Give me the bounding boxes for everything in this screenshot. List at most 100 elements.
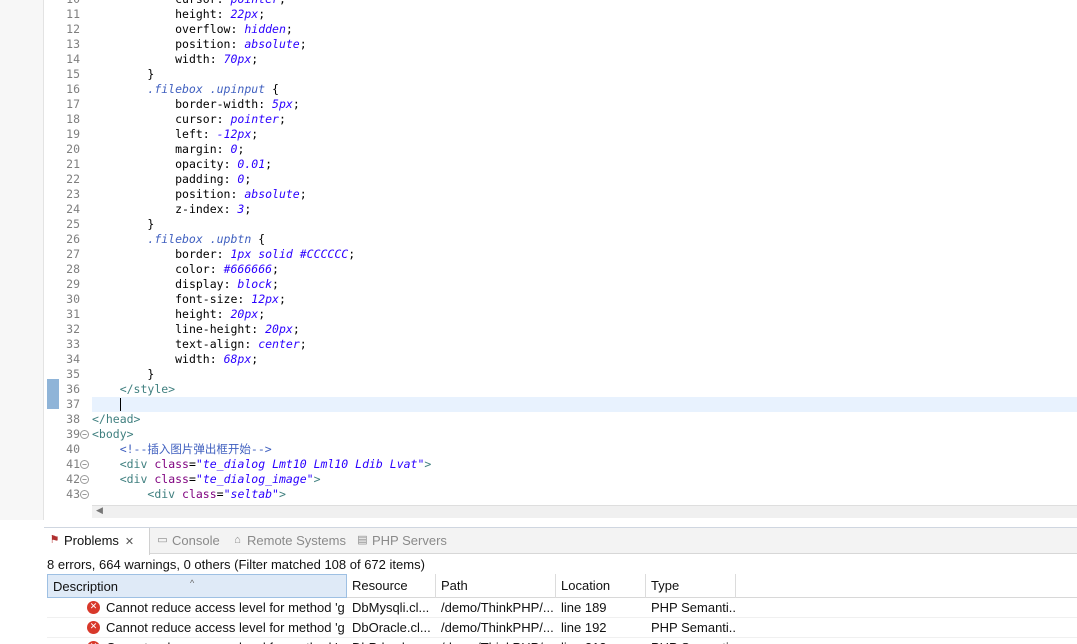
tab-remote-systems[interactable]: ⌂ Remote Systems bbox=[227, 528, 346, 554]
line-number: 25 bbox=[66, 217, 80, 231]
line-number: 21 bbox=[66, 157, 80, 171]
code-line[interactable]: 13 position: absolute; bbox=[66, 37, 1077, 52]
code-line[interactable]: 18 cursor: pointer; bbox=[66, 112, 1077, 127]
column-location[interactable]: Location bbox=[556, 574, 646, 598]
code-line[interactable]: 38 </head> bbox=[66, 412, 1077, 427]
code-line[interactable]: 34 width: 68px; bbox=[66, 352, 1077, 367]
code-line[interactable]: 26 .filebox .upbtn { bbox=[66, 232, 1077, 247]
table-header: ^ Description Resource Path Location Typ… bbox=[47, 574, 1077, 598]
code-line[interactable]: 32 line-height: 20px; bbox=[66, 322, 1077, 337]
code-line[interactable]: 10 cursor: pointer; bbox=[66, 0, 1077, 7]
code-line[interactable]: 40 <!--插入图片弹出框开始--> bbox=[66, 442, 1077, 457]
code-text: padding: 0; bbox=[175, 172, 252, 186]
horizontal-scrollbar[interactable]: ◀ bbox=[92, 505, 1077, 518]
table-body: ✕ Cannot reduce access level for method '… bbox=[47, 598, 1077, 644]
code-line[interactable]: 12 overflow: hidden; bbox=[66, 22, 1077, 37]
code-text: height: 22px; bbox=[175, 7, 266, 21]
tab-remote-systems-label: Remote Systems bbox=[247, 533, 346, 548]
code-text: } bbox=[92, 217, 155, 231]
table-row[interactable]: ✕Cannot reduce access level for method '… bbox=[47, 618, 1077, 638]
column-resource[interactable]: Resource bbox=[347, 574, 436, 598]
code-line[interactable]: 17 border-width: 5px; bbox=[66, 97, 1077, 112]
code-line[interactable]: 24 z-index: 3; bbox=[66, 202, 1077, 217]
code-text: position: absolute; bbox=[175, 187, 307, 201]
code-text: } bbox=[92, 367, 155, 381]
table-row[interactable]: ✕Cannot reduce access level for method '… bbox=[47, 638, 1077, 644]
line-number: 27 bbox=[66, 247, 80, 261]
line-number: 11 bbox=[66, 7, 80, 21]
code-text: font-size: 12px; bbox=[175, 292, 286, 306]
code-line[interactable]: 41− <div class="te_dialog Lmt10 Lml10 Ld… bbox=[66, 457, 1077, 472]
code-line[interactable]: 15 } bbox=[66, 67, 1077, 82]
code-text: text-align: center; bbox=[175, 337, 307, 351]
line-number: 42 bbox=[66, 472, 80, 486]
table-row[interactable]: ✕Cannot reduce access level for method '… bbox=[47, 598, 1077, 618]
code-line[interactable]: 28 color: #666666; bbox=[66, 262, 1077, 277]
code-line[interactable]: 14 width: 70px; bbox=[66, 52, 1077, 67]
column-type[interactable]: Type bbox=[646, 574, 736, 598]
fold-toggle-icon[interactable]: − bbox=[80, 490, 89, 499]
code-text: overflow: hidden; bbox=[175, 22, 293, 36]
code-text: </head> bbox=[92, 412, 141, 426]
line-number: 17 bbox=[66, 97, 80, 111]
code-line[interactable]: 22 padding: 0; bbox=[66, 172, 1077, 187]
code-line[interactable]: 27 border: 1px solid #CCCCCC; bbox=[66, 247, 1077, 262]
code-text: .filebox .upbtn { bbox=[147, 232, 266, 246]
line-number: 12 bbox=[66, 22, 80, 36]
cell-description: Cannot reduce access level for method 'g bbox=[106, 600, 345, 615]
code-line[interactable]: 33 text-align: center; bbox=[66, 337, 1077, 352]
code-line[interactable]: 25 } bbox=[66, 217, 1077, 232]
code-text: left: -12px; bbox=[175, 127, 259, 141]
line-number: 24 bbox=[66, 202, 80, 216]
code-line[interactable]: 36 </style> bbox=[66, 382, 1077, 397]
fold-toggle-icon[interactable]: − bbox=[80, 475, 89, 484]
code-line[interactable]: 35 } bbox=[66, 367, 1077, 382]
code-line[interactable]: 16 .filebox .upinput { bbox=[66, 82, 1077, 97]
code-lines[interactable]: 10 cursor: pointer;11 height: 22px;12 ov… bbox=[66, 0, 1077, 502]
code-line[interactable]: 20 margin: 0; bbox=[66, 142, 1077, 157]
column-description[interactable]: ^ Description bbox=[47, 574, 347, 598]
close-icon[interactable]: ✕ bbox=[125, 536, 134, 548]
code-line[interactable]: 42− <div class="te_dialog_image"> bbox=[66, 472, 1077, 487]
code-line[interactable]: 30 font-size: 12px; bbox=[66, 292, 1077, 307]
code-text: margin: 0; bbox=[175, 142, 245, 156]
cell-resource: DbOracle.cl... bbox=[352, 620, 431, 635]
column-description-label: Description bbox=[53, 579, 119, 594]
column-path[interactable]: Path bbox=[436, 574, 556, 598]
problems-table[interactable]: ^ Description Resource Path Location Typ… bbox=[47, 574, 1077, 644]
code-line[interactable]: 31 height: 20px; bbox=[66, 307, 1077, 322]
tab-php-servers[interactable]: ▤ PHP Servers bbox=[352, 528, 447, 554]
code-line[interactable]: 11 height: 22px; bbox=[66, 7, 1077, 22]
code-line[interactable]: 23 position: absolute; bbox=[66, 187, 1077, 202]
remote-systems-icon: ⌂ bbox=[234, 534, 241, 546]
code-text: } bbox=[92, 67, 155, 81]
tab-console[interactable]: ▭ Console bbox=[152, 528, 220, 554]
code-line[interactable]: 37 bbox=[66, 397, 1077, 412]
code-line[interactable]: 39− <body> bbox=[66, 427, 1077, 442]
code-text: width: 70px; bbox=[175, 52, 259, 66]
code-line[interactable]: 21 opacity: 0.01; bbox=[66, 157, 1077, 172]
cell-resource: DbPdo.cl... bbox=[347, 638, 436, 644]
cell-type: PHP Semanti... bbox=[646, 638, 736, 644]
code-line[interactable]: 43− <div class="seltab"> bbox=[66, 487, 1077, 502]
cell-type: PHP Semanti... bbox=[651, 620, 736, 635]
tab-console-label: Console bbox=[172, 533, 220, 548]
cell-path: /demo/ThinkPHP/... bbox=[441, 620, 554, 635]
line-number: 22 bbox=[66, 172, 80, 186]
code-text: </style> bbox=[119, 382, 176, 396]
line-number: 33 bbox=[66, 337, 80, 351]
fold-toggle-icon[interactable]: − bbox=[80, 460, 89, 469]
code-line[interactable]: 19 left: -12px; bbox=[66, 127, 1077, 142]
code-editor[interactable]: 10 cursor: pointer;11 height: 22px;12 ov… bbox=[0, 0, 1077, 520]
tab-problems[interactable]: ⚑ Problems ✕ bbox=[44, 528, 150, 555]
tab-php-servers-label: PHP Servers bbox=[372, 533, 447, 548]
fold-toggle-icon[interactable]: − bbox=[80, 430, 89, 439]
code-text: <div class="te_dialog Lmt10 Lml10 Ldib L… bbox=[119, 457, 432, 471]
code-text: border: 1px solid #CCCCCC; bbox=[175, 247, 356, 261]
scroll-left-icon[interactable]: ◀ bbox=[96, 506, 103, 516]
problems-icon: ⚑ bbox=[49, 534, 60, 546]
line-number: 14 bbox=[66, 52, 80, 66]
code-text: cursor: pointer; bbox=[92, 0, 286, 6]
code-line[interactable]: 29 display: block; bbox=[66, 277, 1077, 292]
